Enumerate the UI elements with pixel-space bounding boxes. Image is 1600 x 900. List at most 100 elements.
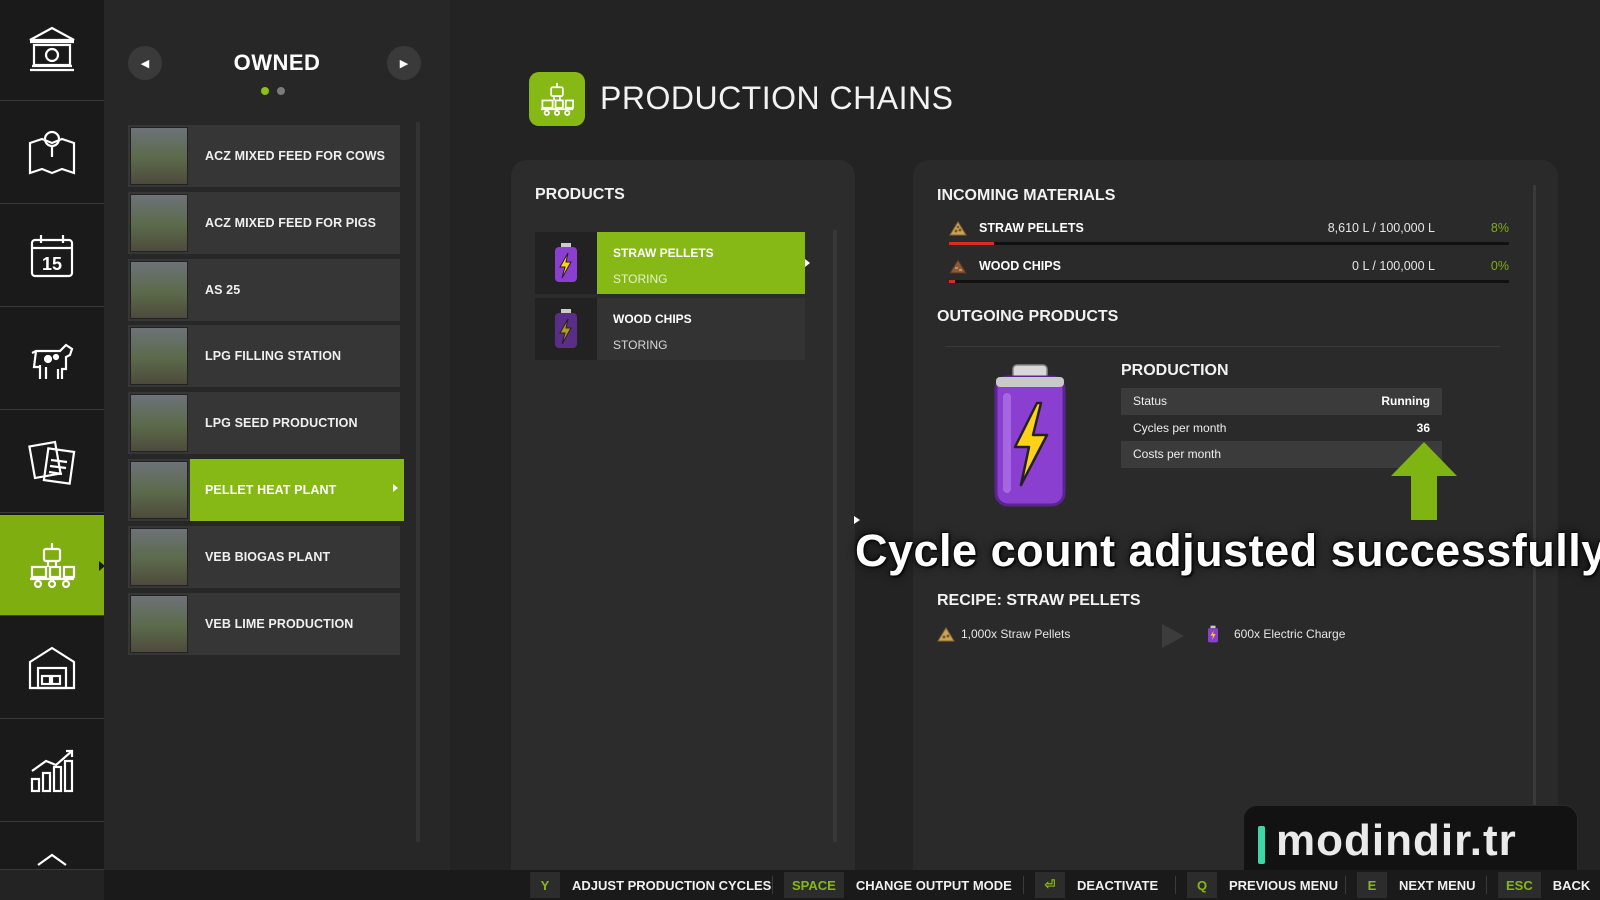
production-point-item[interactable]: VEB LIME PRODUCTION xyxy=(128,592,400,655)
divider xyxy=(1486,876,1487,894)
watermark-text: modindir.tr xyxy=(1276,816,1517,865)
production-point-label: VEB LIME PRODUCTION xyxy=(205,616,354,631)
hint-previous-menu[interactable]: Q PREVIOUS MENU xyxy=(1187,872,1338,898)
rail-item-calendar[interactable]: 15 xyxy=(0,206,104,307)
recipe-input: 1,000x Straw Pellets xyxy=(937,624,1070,644)
caret-right-icon xyxy=(805,259,810,267)
row-label: Costs per month xyxy=(1133,447,1222,462)
divider xyxy=(1345,876,1346,894)
production-point-item[interactable]: VEB BIOGAS PLANT xyxy=(128,525,400,588)
recipe-output-label: 600x Electric Charge xyxy=(1234,627,1346,641)
product-item[interactable]: WOOD CHIPS STORING xyxy=(535,298,805,360)
production-row-cycles[interactable]: Cycles per month 36 xyxy=(1121,415,1442,442)
product-icon-box xyxy=(535,298,597,360)
production-thumbnail xyxy=(130,193,188,252)
key-badge: Y xyxy=(530,872,560,898)
panel-expand-arrow-icon[interactable] xyxy=(854,516,860,524)
production-point-label: AS 25 xyxy=(205,282,241,297)
products-heading: PRODUCTS xyxy=(535,186,625,203)
rail-item-production[interactable] xyxy=(0,515,105,616)
header-icon xyxy=(529,72,585,126)
incoming-row-straw-pellets: STRAW PELLETS 8,610 L / 100,000 L 8% xyxy=(949,219,1509,241)
material-name: WOOD CHIPS xyxy=(979,259,1061,273)
page-dot-1[interactable] xyxy=(261,87,269,95)
hint-back[interactable]: ESC BACK xyxy=(1498,872,1590,898)
production-thumbnail xyxy=(130,460,188,519)
product-item[interactable]: STRAW PELLETS STORING xyxy=(535,232,810,294)
production-point-item[interactable]: ACZ MIXED FEED FOR COWS xyxy=(128,125,400,187)
production-thumbnail xyxy=(130,127,188,185)
production-point-item[interactable]: AS 25 xyxy=(128,258,400,321)
hint-change-output-mode[interactable]: SPACE CHANGE OUTPUT MODE xyxy=(784,872,1012,898)
production-thumbnail xyxy=(130,594,188,653)
hint-label: DEACTIVATE xyxy=(1077,877,1159,893)
production-thumbnail xyxy=(130,394,188,453)
recipe-arrow-icon xyxy=(1162,624,1184,648)
page-dot-2[interactable] xyxy=(277,87,285,95)
hint-label: BACK xyxy=(1552,877,1591,893)
material-percent: 0% xyxy=(1490,259,1509,273)
selected-highlight: PELLET HEAT PLANT xyxy=(190,458,404,521)
rail-item-warehouse[interactable] xyxy=(0,618,104,719)
rail-item-statistics[interactable] xyxy=(0,721,104,822)
woodchips-icon xyxy=(949,259,967,274)
page-title: PRODUCTION CHAINS xyxy=(600,80,954,116)
key-badge: ESC xyxy=(1498,872,1541,898)
rail-item-animals[interactable] xyxy=(0,309,104,410)
row-label: Cycles per month xyxy=(1133,420,1227,435)
hint-label: ADJUST PRODUCTION CYCLES xyxy=(572,877,772,893)
battery-icon xyxy=(994,364,1066,507)
battery-icon xyxy=(555,309,577,348)
hint-deactivate[interactable]: ⏎ DEACTIVATE xyxy=(1035,872,1158,898)
production-heading: PRODUCTION xyxy=(1121,362,1229,379)
production-point-item[interactable]: LPG SEED PRODUCTION xyxy=(128,392,400,455)
production-point-label: LPG SEED PRODUCTION xyxy=(205,416,358,431)
production-point-label: ACZ MIXED FEED FOR COWS xyxy=(205,149,386,163)
incoming-heading: INCOMING MATERIALS xyxy=(937,187,1116,204)
product-mode: STORING xyxy=(613,338,668,352)
production-point-label: VEB BIOGAS PLANT xyxy=(205,549,331,564)
hint-next-menu[interactable]: E NEXT MENU xyxy=(1357,872,1476,898)
owned-scrollbar[interactable] xyxy=(416,122,420,842)
divider xyxy=(772,876,773,894)
next-page-button[interactable]: ▶ xyxy=(387,46,421,80)
production-point-label: ACZ MIXED FEED FOR PIGS xyxy=(205,215,377,230)
details-scrollbar[interactable] xyxy=(1533,185,1536,810)
notification-toast: Cycle count adjusted successfully xyxy=(855,525,1600,576)
production-point-item[interactable]: ACZ MIXED FEED FOR PIGS xyxy=(128,191,400,254)
hint-label: PREVIOUS MENU xyxy=(1229,877,1339,893)
production-row-status: Status Running xyxy=(1121,388,1442,415)
key-badge: E xyxy=(1357,872,1387,898)
rail-item-map[interactable] xyxy=(0,103,104,204)
fill-bar-wood-chips xyxy=(949,280,1509,283)
statistics-icon xyxy=(30,749,74,793)
production-point-label: PELLET HEAT PLANT xyxy=(205,482,337,497)
main-menu-rail: 15 xyxy=(0,0,105,870)
outgoing-heading: OUTGOING PRODUCTS xyxy=(937,308,1119,325)
pellets-icon xyxy=(937,627,955,642)
cow-icon xyxy=(31,343,74,379)
bank-icon xyxy=(29,26,75,72)
map-icon xyxy=(28,130,76,175)
warehouse-icon xyxy=(28,646,76,690)
production-point-list: ACZ MIXED FEED FOR COWS ACZ MIXED FEED FO… xyxy=(128,125,404,659)
rail-item-contracts[interactable] xyxy=(0,412,104,513)
product-icon-box xyxy=(535,232,597,294)
row-value: Running xyxy=(1381,394,1430,409)
material-amount: 0 L / 100,000 L xyxy=(1352,259,1435,273)
hint-adjust-cycles[interactable]: Y ADJUST PRODUCTION CYCLES xyxy=(530,872,771,898)
recipe-input-label: 1,000x Straw Pellets xyxy=(961,627,1071,641)
fill-bar-fill xyxy=(949,242,994,245)
production-point-item[interactable]: PELLET HEAT PLANT xyxy=(128,458,404,521)
rail-item-more[interactable] xyxy=(0,824,104,870)
rail-item-finances[interactable] xyxy=(0,0,104,101)
products-scrollbar[interactable] xyxy=(833,230,837,842)
key-badge: Q xyxy=(1187,872,1217,898)
production-icon xyxy=(540,82,574,116)
key-badge: ⏎ xyxy=(1035,872,1065,898)
row-label: Status xyxy=(1133,394,1168,409)
production-point-item[interactable]: LPG FILLING STATION xyxy=(128,325,400,388)
divider xyxy=(1023,876,1024,894)
calendar-day: 15 xyxy=(42,254,62,274)
prev-page-button[interactable]: ◀ xyxy=(128,46,162,80)
